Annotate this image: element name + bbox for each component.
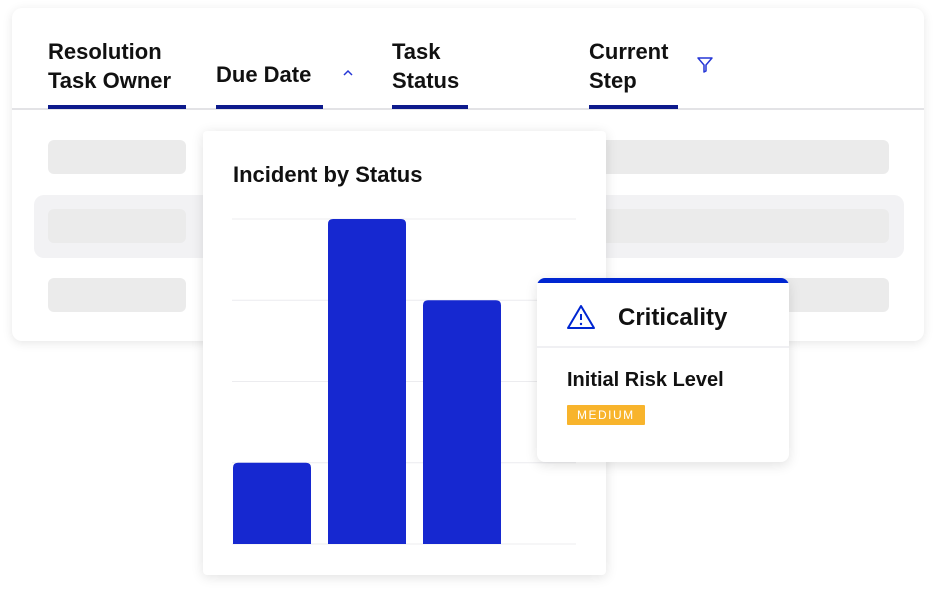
- criticality-card: Criticality Initial Risk Level MEDIUM: [537, 278, 789, 462]
- header-line: Resolution: [48, 39, 162, 64]
- header-line: Due Date: [216, 62, 312, 87]
- skeleton-cell: [600, 140, 889, 174]
- column-underline: [589, 105, 678, 109]
- skeleton-cell: [48, 209, 186, 243]
- skeleton-cell: [48, 140, 186, 174]
- skeleton-cell: [600, 209, 889, 243]
- criticality-title: Criticality: [618, 304, 728, 331]
- header-line: Task Owner: [48, 68, 172, 93]
- bar[interactable]: [233, 462, 311, 544]
- header-line: Status: [392, 68, 460, 93]
- header-line: Step: [589, 68, 637, 93]
- card-divider: [537, 346, 789, 348]
- skeleton-cell: [48, 278, 186, 312]
- bar[interactable]: [328, 219, 406, 544]
- column-underline: [392, 105, 468, 109]
- sort-up-icon[interactable]: [342, 68, 354, 78]
- risk-badge: MEDIUM: [567, 405, 645, 425]
- warning-triangle-icon: [567, 305, 595, 329]
- risk-level-label: Initial Risk Level: [567, 369, 724, 391]
- filter-icon[interactable]: [696, 56, 714, 74]
- bar[interactable]: [423, 300, 501, 544]
- card-accent-bar: [537, 278, 789, 283]
- header-line: Task: [392, 39, 441, 64]
- column-header-due-date[interactable]: Due Date: [216, 60, 311, 89]
- column-header-current-step[interactable]: Current Step: [589, 37, 668, 95]
- column-header-task-status[interactable]: Task Status: [392, 37, 459, 95]
- column-header-resolution-task-owner[interactable]: Resolution Task Owner: [48, 37, 171, 95]
- column-underline: [48, 105, 186, 109]
- column-underline: [216, 105, 323, 109]
- header-line: Current: [589, 39, 669, 64]
